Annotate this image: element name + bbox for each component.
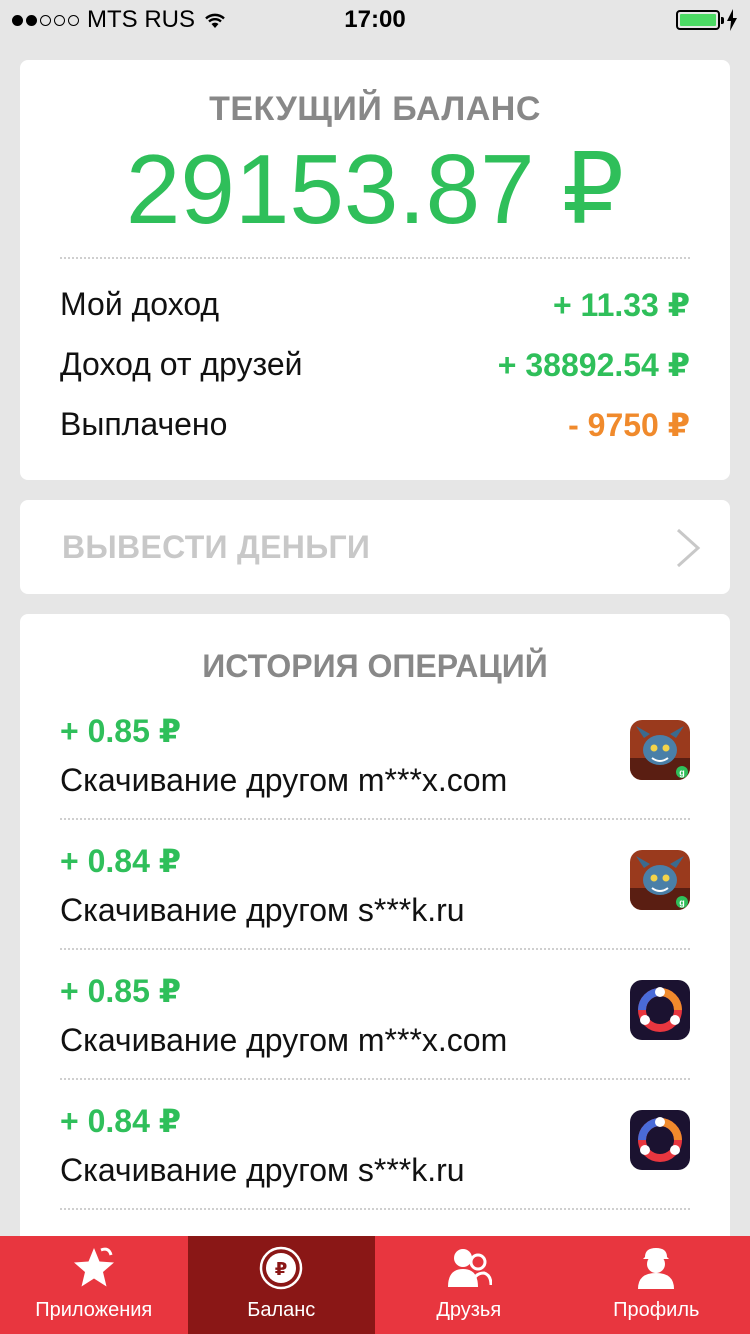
status-right <box>676 9 738 31</box>
tab-label: Профиль <box>613 1299 700 1321</box>
paid-out-row: Выплачено - 9750 ₽ <box>60 406 690 444</box>
row-value: + 11.33 ₽ <box>552 287 690 323</box>
my-income-row: Мой доход + 11.33 ₽ <box>60 286 690 324</box>
tab-apps[interactable]: Приложения <box>0 1236 188 1334</box>
balance-card: ТЕКУЩИЙ БАЛАНС 29153.87 ₽ Мой доход + 11… <box>20 60 730 480</box>
dragon-game-icon: g <box>630 720 690 780</box>
row-label: Мой доход <box>60 286 220 322</box>
screen: MTS RUS 17:00 ТЕКУЩИЙ БАЛАНС 29153.87 ₽ … <box>0 0 750 1334</box>
row-label: Выплачено <box>60 406 228 442</box>
friends-icon <box>447 1249 492 1287</box>
divider <box>60 1078 690 1080</box>
divider <box>60 1208 690 1210</box>
svg-text:₽: ₽ <box>275 1259 288 1280</box>
operation-description: Скачивание другом s***k.ru <box>60 892 465 928</box>
tab-balance[interactable]: ₽ Баланс <box>187 1236 375 1334</box>
carrier-label: MTS RUS <box>87 6 195 33</box>
profile-icon <box>638 1248 675 1289</box>
row-value: - 9750 ₽ <box>568 407 690 443</box>
battery-icon <box>676 10 724 30</box>
svg-text:g: g <box>679 898 685 908</box>
star-icon <box>73 1247 114 1287</box>
row-value: + 38892.54 ₽ <box>497 347 690 383</box>
history-card: ИСТОРИЯ ОПЕРАЦИЙ + 0.85 ₽ Скачивание дру… <box>20 614 730 1314</box>
history-item[interactable]: + 0.85 ₽ Скачивание другом m***x.com g <box>60 712 690 842</box>
operation-description: Скачивание другом m***x.com <box>60 1022 508 1058</box>
chevron-right-icon <box>676 528 701 568</box>
operation-description: Скачивание другом s***k.ru <box>60 1152 465 1188</box>
history-item[interactable]: + 0.84 ₽ Скачивание другом s***k.ru <box>60 1102 690 1232</box>
wifi-icon <box>205 13 225 28</box>
charging-icon <box>727 9 737 31</box>
tab-label: Приложения <box>35 1299 153 1321</box>
row-label: Доход от друзей <box>60 346 303 382</box>
tab-bar: Приложения ₽ Баланс Друзья Профиль <box>0 1236 750 1334</box>
operation-amount: + 0.84 ₽ <box>60 1103 182 1139</box>
dragon-game-icon: g <box>630 850 690 910</box>
withdraw-label: ВЫВЕСТИ ДЕНЬГИ <box>62 528 371 565</box>
friends-income-row: Доход от друзей + 38892.54 ₽ <box>60 346 690 384</box>
operation-amount: + 0.84 ₽ <box>60 843 182 879</box>
svg-text:g: g <box>679 768 685 778</box>
circle-app-icon <box>630 980 690 1040</box>
status-bar: MTS RUS 17:00 <box>0 0 750 40</box>
divider <box>60 818 690 820</box>
operation-amount: + 0.85 ₽ <box>60 713 182 749</box>
history-item[interactable]: + 0.84 ₽ Скачивание другом s***k.ru g <box>60 842 690 972</box>
operation-amount: + 0.85 ₽ <box>60 973 182 1009</box>
balance-amount: 29153.87 ₽ <box>125 134 625 244</box>
withdraw-button[interactable]: ВЫВЕСТИ ДЕНЬГИ <box>20 500 730 594</box>
tab-friends[interactable]: Друзья <box>375 1236 563 1334</box>
circle-app-icon <box>630 1110 690 1170</box>
status-left: MTS RUS <box>12 6 227 34</box>
tab-label: Друзья <box>436 1299 502 1321</box>
history-title: ИСТОРИЯ ОПЕРАЦИЙ <box>202 648 548 684</box>
divider <box>60 257 690 259</box>
ruble-coin-icon: ₽ <box>260 1246 303 1290</box>
divider <box>60 948 690 950</box>
operation-description: Скачивание другом m***x.com <box>60 762 508 798</box>
balance-title: ТЕКУЩИЙ БАЛАНС <box>209 90 541 128</box>
signal-icon <box>12 14 79 26</box>
history-item[interactable]: + 0.85 ₽ Скачивание другом m***x.com <box>60 972 690 1102</box>
tab-label: Баланс <box>247 1299 316 1321</box>
tab-profile[interactable]: Профиль <box>563 1236 750 1334</box>
